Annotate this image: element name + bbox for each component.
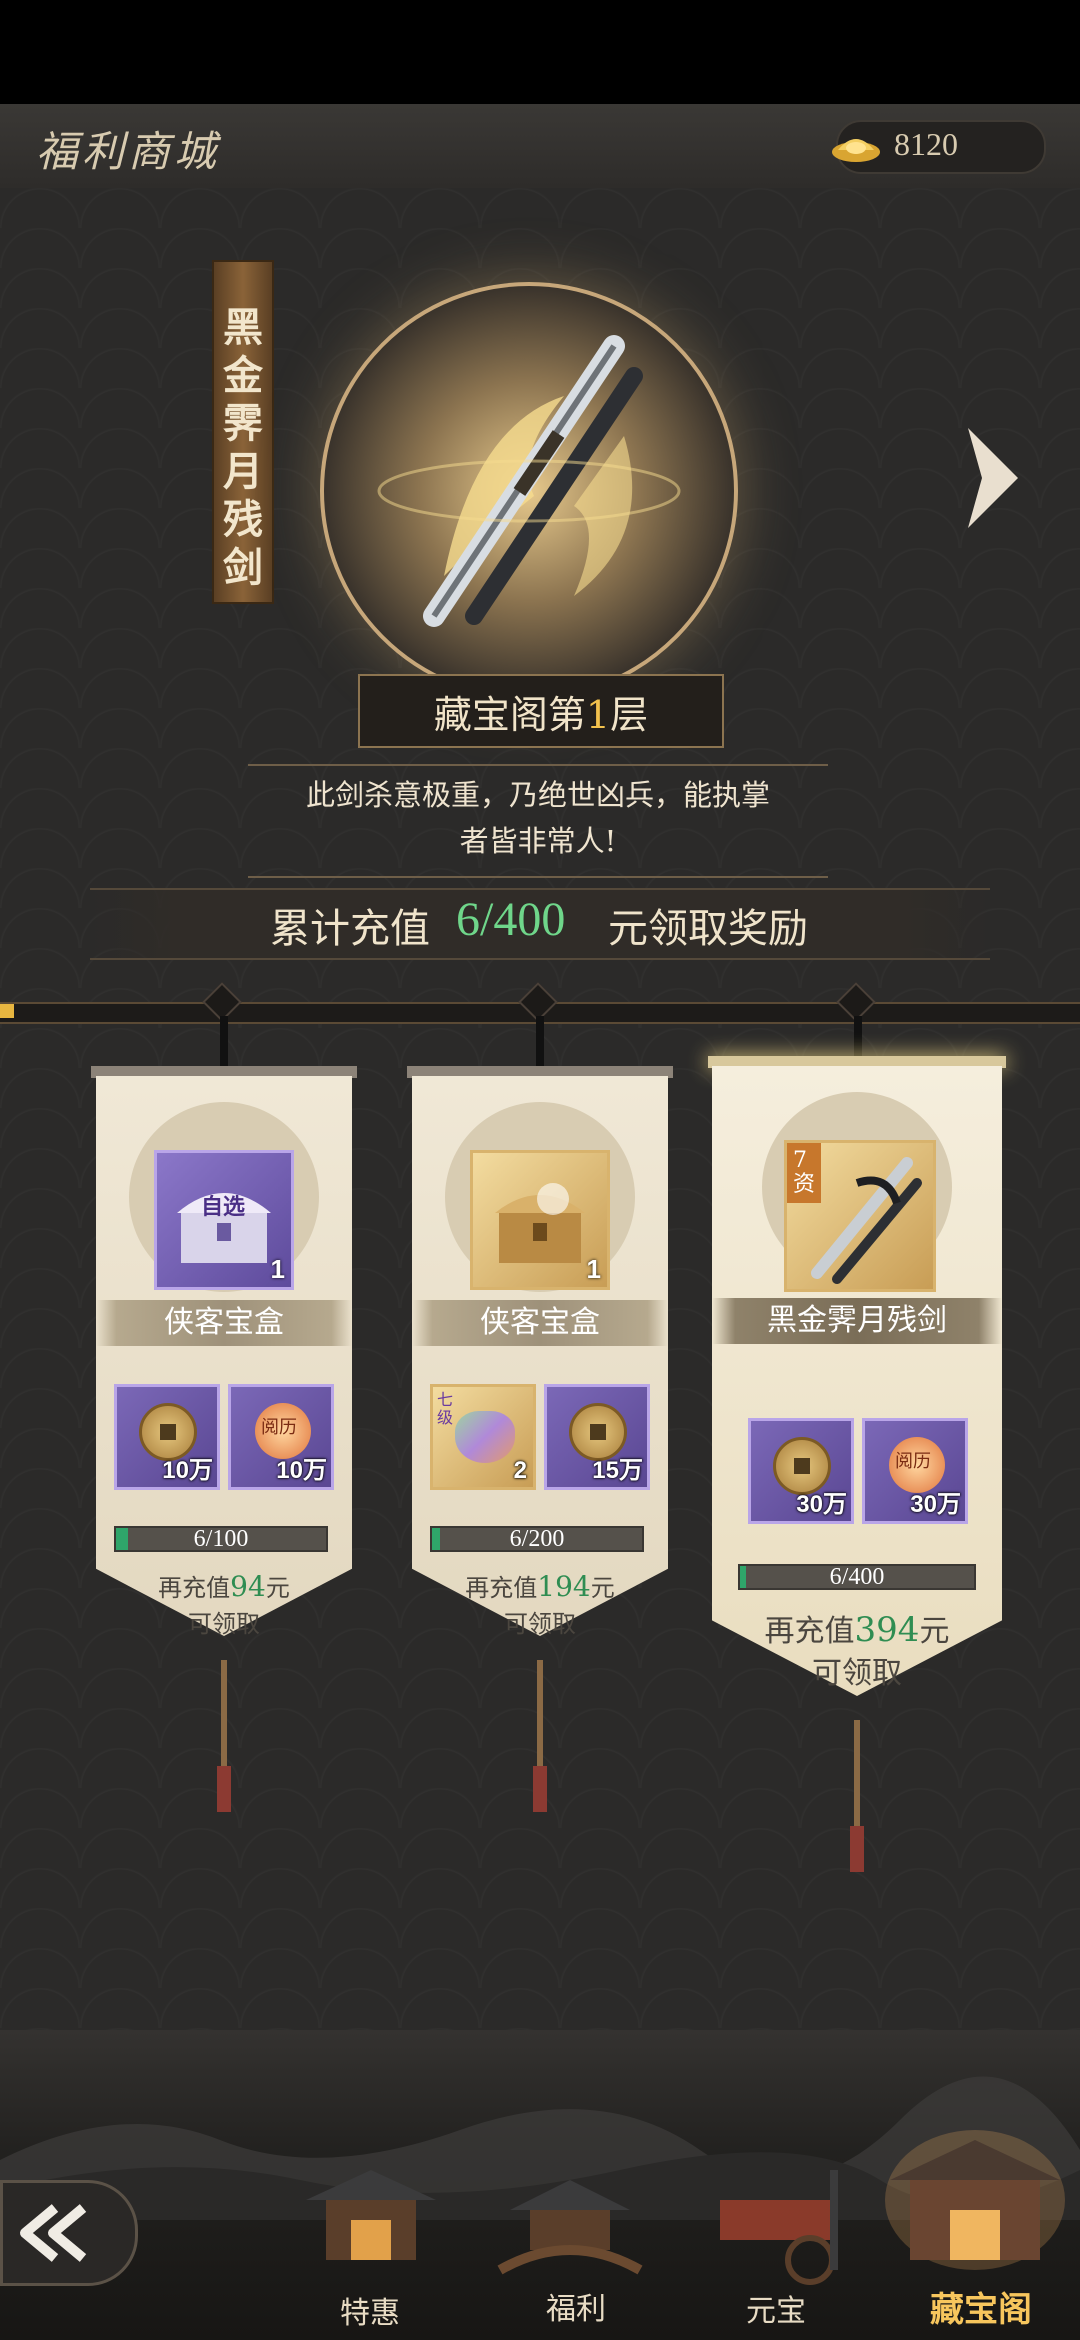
item-tag: 自选 (201, 1194, 246, 1220)
item-count: 1 (270, 1254, 285, 1284)
market-cart-icon (720, 2170, 838, 2285)
status-bar (0, 0, 1080, 104)
reward-amount: 30万 (910, 1491, 961, 1518)
currency-amount: 8120 (894, 126, 958, 162)
more-prefix: 再充值 (158, 1574, 231, 1602)
currency-display[interactable]: 8120 (832, 120, 1046, 174)
featured-item-emblem[interactable] (320, 282, 738, 700)
tier-progress-text: 6/100 (193, 1526, 249, 1552)
sword-icon (377, 335, 681, 627)
item-name: 黑金霁月残剑 (712, 1298, 1002, 1344)
more-amount: 194 (537, 1570, 591, 1603)
item-name: 侠客宝盒 (96, 1300, 352, 1346)
claim-text: 可领取 (812, 1656, 902, 1691)
claim-text: 可领取 (504, 1610, 576, 1638)
reward-item[interactable]: 15万 (544, 1384, 650, 1490)
tab-welfare[interactable]: 福利 (506, 2284, 646, 2330)
item-tag: 7资 (793, 1148, 816, 1197)
featured-name: 黑金霁月残剑 (223, 304, 263, 591)
tier-progress-text: 6/400 (829, 1564, 885, 1590)
tassel (854, 1720, 860, 1840)
back-button[interactable] (0, 2180, 138, 2286)
cumulative-recharge-bar: 累计充值 6/400 元领取奖励 (90, 888, 990, 960)
reward-amount: 10万 (162, 1457, 213, 1484)
description-line-2: 者皆非常人! (459, 824, 617, 858)
reward-item[interactable]: 七级 2 (430, 1384, 536, 1490)
reward-tag: 七级 (437, 1390, 454, 1427)
reward-item[interactable]: 阅历 10万 (228, 1384, 334, 1490)
more-unit: 元 (919, 1614, 950, 1649)
more-prefix: 再充值 (764, 1614, 855, 1649)
more-prefix: 再充值 (465, 1574, 538, 1602)
more-unit: 元 (265, 1574, 290, 1602)
more-amount: 94 (230, 1570, 266, 1603)
page-title: 福利商城 (36, 127, 221, 176)
reward-item[interactable]: 10万 (114, 1384, 220, 1490)
reward-item[interactable]: 30万 (748, 1418, 854, 1524)
featured-description: 此剑杀意极重，乃绝世凶兵，能执掌 者皆非常人! (248, 764, 828, 878)
reward-amount: 2 (513, 1457, 527, 1484)
reward-amount: 30万 (796, 1491, 847, 1518)
floor-number: 1 (585, 693, 611, 737)
top-bar: 福利商城 8120 (0, 104, 1080, 190)
description-line-1: 此剑杀意极重，乃绝世凶兵，能执掌 (305, 778, 770, 812)
featured-name-banner: 黑金霁月残剑 (214, 262, 272, 602)
item-name: 侠客宝盒 (412, 1300, 668, 1346)
double-chevron-left-icon (20, 2204, 87, 2262)
recharge-prefix: 累计充值 (270, 906, 430, 952)
tab-treasure-pavilion[interactable]: 藏宝阁 (906, 2282, 1056, 2330)
recharge-progress: 6/400 (456, 893, 566, 946)
bridge-house-icon (497, 2180, 643, 2275)
next-arrow-icon[interactable] (958, 418, 1028, 538)
pavilion-icon (306, 2170, 436, 2260)
tab-special-offer[interactable]: 特惠 (300, 2288, 440, 2334)
reward-tag: 阅历 (895, 1451, 931, 1472)
more-unit: 元 (590, 1574, 615, 1602)
seven-level-bag-icon (455, 1411, 515, 1463)
tassel (221, 1660, 227, 1780)
chest-item-icon[interactable]: 自选 1 (154, 1150, 294, 1290)
reward-tag: 阅历 (261, 1417, 297, 1438)
item-count: 1 (586, 1254, 601, 1284)
tassel (537, 1660, 543, 1780)
reward-amount: 10万 (276, 1457, 327, 1484)
floor-plate: 藏宝阁第1层 (358, 674, 724, 748)
chest-item-icon[interactable]: 1 (470, 1150, 610, 1290)
claim-text: 可领取 (188, 1610, 260, 1638)
tier-progress-bar: 6/200 (430, 1526, 644, 1552)
tier-progress-bar: 6/400 (738, 1564, 976, 1590)
sword-item-icon[interactable]: 7资 (784, 1140, 936, 1292)
floor-suffix: 层 (610, 693, 649, 737)
gold-ingot-icon (832, 139, 880, 162)
floor-prefix: 藏宝阁第 (433, 693, 586, 737)
tier-progress-text: 6/200 (509, 1526, 565, 1552)
tier-progress-bar: 6/100 (114, 1526, 328, 1552)
tab-yuanbao[interactable]: 元宝 (706, 2286, 846, 2332)
recharge-suffix: 元领取奖励 (608, 906, 808, 952)
tier-progress-fill (0, 1004, 14, 1018)
more-amount: 394 (854, 1610, 920, 1650)
treasure-pavilion-icon (885, 2130, 1065, 2270)
reward-amount: 15万 (592, 1457, 643, 1484)
reward-item[interactable]: 阅历 30万 (862, 1418, 968, 1524)
